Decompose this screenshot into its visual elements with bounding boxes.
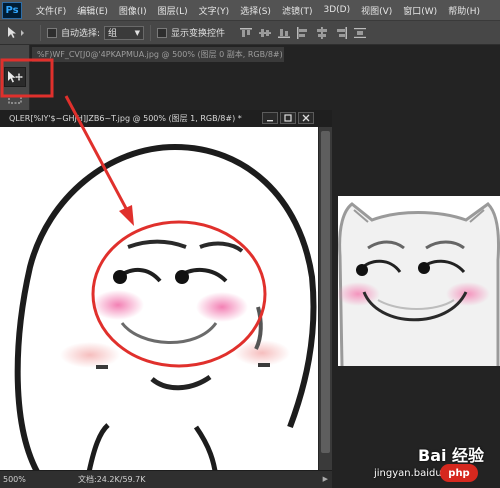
photoshop-logo: Ps [2,1,22,19]
document-window: QLER[%IY'$~GHJH]JZB6~T.jpg @ 500% (图层 1,… [0,110,332,488]
document-title-bar[interactable]: QLER[%IY'$~GHJH]JZB6~T.jpg @ 500% (图层 1,… [0,110,332,127]
move-tool-button[interactable] [4,67,26,87]
align-middle-icon[interactable] [258,27,272,39]
auto-select-checkbox[interactable] [47,27,57,38]
maximize-button[interactable] [280,112,296,124]
options-bar: 自动选择: 组 ▼ 显示变换控件 [0,21,500,45]
menu-filter[interactable]: 滤镜(T) [282,4,313,17]
close-button[interactable] [298,112,314,124]
move-tool-icon [8,26,24,38]
baidu-jingyan-watermark: Bai 经验 jingyan.baidu.com php [374,440,500,488]
status-bar: 500% 文档:24.2K/59.7K ▶ [0,470,332,488]
minimize-icon [267,120,273,122]
menu-bar: Ps 文件(F) 编辑(E) 图像(I) 图层(L) 文字(Y) 选择(S) 滤… [0,0,500,21]
move-arrow-icon [8,71,23,83]
menu-type[interactable]: 文字(Y) [199,4,230,17]
auto-select-label: 自动选择: [61,29,101,39]
align-center-icon[interactable] [315,26,329,39]
menu-help[interactable]: 帮助(H) [448,4,480,17]
menu-edit[interactable]: 编辑(E) [77,4,108,17]
scrollbar-thumb[interactable] [321,131,330,453]
rect-marquee-icon [8,94,22,104]
background-document-tab[interactable]: %F)WF_CV[J0@'4PKAPMUA.jpg @ 500% (图层 0 副… [32,47,284,62]
document-title: QLER[%IY'$~GHJH]JZB6~T.jpg @ 500% (图层 1,… [9,114,242,123]
align-buttons [239,26,372,39]
marquee-tool-button[interactable] [4,89,26,109]
status-menu-arrow-icon[interactable]: ▶ [323,475,328,483]
menu-window[interactable]: 窗口(W) [403,4,437,17]
auto-select-value: 组 [108,29,118,39]
cat-face-image [336,196,500,367]
document-size: 文档:24.2K/59.7K [78,475,146,484]
align-left-icon[interactable] [296,26,310,39]
watermark-brand: Bai 经验 [418,446,485,465]
auto-select-dropdown[interactable]: 组 ▼ [104,25,145,40]
align-right-icon[interactable] [334,26,348,39]
menu-file[interactable]: 文件(F) [36,4,66,17]
align-bottom-icon[interactable] [277,27,291,39]
php-badge: php [440,464,478,482]
cartoon-face-image [14,143,317,477]
menu-select[interactable]: 选择(S) [240,4,271,17]
tool-preset-picker[interactable] [6,24,34,42]
menu-image[interactable]: 图像(I) [119,4,147,17]
close-icon [302,114,310,122]
separator [40,24,41,41]
distribute-icon[interactable] [353,27,367,39]
show-transform-checkbox[interactable] [157,27,168,38]
background-tab-title: %F)WF_CV[J0@'4PKAPMUA.jpg @ 500% (图层 0 副… [37,50,284,59]
maximize-icon [284,114,292,122]
menu-view[interactable]: 视图(V) [361,4,392,17]
original-preview-image [336,196,500,367]
align-top-icon[interactable] [239,27,253,39]
image-canvas[interactable] [0,127,318,477]
minimize-button[interactable] [262,112,278,124]
menu-3d[interactable]: 3D(D) [323,5,350,15]
chevron-down-icon: ▼ [134,28,141,37]
separator [150,24,152,41]
show-transform-label: 显示变换控件 [171,29,226,39]
menu-layer[interactable]: 图层(L) [158,4,188,17]
zoom-level[interactable]: 500% [0,475,32,484]
vertical-scrollbar[interactable] [318,127,332,477]
